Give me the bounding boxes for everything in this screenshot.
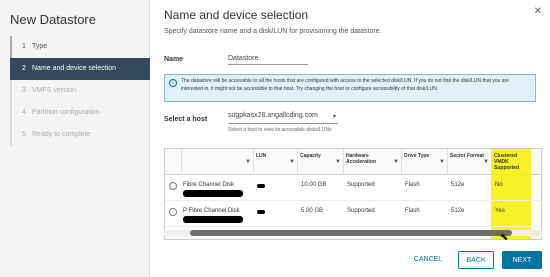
sector-format-value: 512e bbox=[451, 208, 465, 214]
close-icon[interactable]: ✕ bbox=[534, 6, 542, 17]
wizard-content: Name and device selection ✕ Specify data… bbox=[150, 0, 550, 277]
filter-icon[interactable]: ▼ bbox=[483, 159, 489, 165]
step-vmfs-version: 3 VMFS version bbox=[10, 80, 150, 102]
name-label: Name bbox=[164, 56, 184, 63]
accel-value: Supported bbox=[347, 208, 375, 214]
capacity-value: 5.00 GB bbox=[301, 208, 324, 214]
header-lun: LUN ▼ bbox=[253, 149, 297, 175]
redaction-mark bbox=[183, 190, 243, 197]
filter-icon[interactable]: ▼ bbox=[439, 159, 445, 165]
new-datastore-dialog: New Datastore 1 Type 2 Name and device sel… bbox=[0, 0, 550, 277]
header-sector-format: Sector Format ▼ bbox=[447, 149, 491, 175]
clustered-value: Yes bbox=[495, 208, 505, 214]
disk-name: Fibre Channel Disk bbox=[183, 182, 235, 188]
filter-icon[interactable]: ▼ bbox=[289, 159, 295, 165]
row-radio[interactable] bbox=[169, 182, 177, 190]
redaction-mark bbox=[257, 210, 265, 214]
header-hardware-acceleration: Hardware Acceleration ▼ bbox=[343, 149, 401, 175]
filter-icon[interactable]: ▼ bbox=[393, 159, 399, 165]
header-capacity: Capacity ▼ bbox=[297, 149, 343, 175]
redaction-mark bbox=[183, 216, 243, 223]
capacity-value: 10.00 GB bbox=[301, 182, 327, 188]
mouse-cursor-icon: ⬉ bbox=[500, 232, 509, 243]
accel-value: Supported bbox=[347, 182, 375, 188]
row-radio[interactable] bbox=[169, 208, 177, 216]
info-icon: i bbox=[169, 79, 177, 87]
drive-type-value: Flash bbox=[405, 208, 420, 214]
wizard-sidebar: New Datastore 1 Type 2 Name and device sel… bbox=[0, 0, 150, 277]
back-button[interactable]: BACK bbox=[458, 251, 494, 269]
redaction-mark bbox=[257, 184, 265, 188]
cancel-button[interactable]: CANCEL bbox=[408, 251, 448, 269]
table-header: ▼ LUN ▼ Capacity ▼ Hardware Acceleration… bbox=[165, 149, 541, 239]
host-label: Select a host bbox=[164, 116, 208, 123]
header-name: ▼ bbox=[181, 149, 253, 175]
info-text: The datastore will be accessible to all … bbox=[181, 78, 509, 92]
datastore-name-input[interactable] bbox=[228, 53, 308, 65]
horizontal-scrollbar[interactable] bbox=[164, 230, 542, 236]
info-banner: i The datastore will be accessible to al… bbox=[164, 74, 536, 102]
scroll-thumb[interactable] bbox=[190, 230, 512, 236]
step-partition-configuration: 4 Partition configuration bbox=[10, 102, 150, 124]
disk-name: P Fibre Channel Disk bbox=[183, 208, 240, 214]
step-name-and-device[interactable]: 2 Name and device selection bbox=[10, 58, 150, 80]
page-title: Name and device selection bbox=[164, 8, 309, 22]
header-drive-type: Drive Type ▼ bbox=[401, 149, 447, 175]
table-row[interactable]: Fibre Channel Disk 10.00 GB Supported Fl… bbox=[165, 175, 541, 201]
step-type[interactable]: 1 Type bbox=[10, 36, 150, 58]
page-subtitle: Specify datastore name and a disk/LUN fo… bbox=[164, 28, 382, 35]
filter-icon[interactable]: ▼ bbox=[245, 159, 251, 165]
host-select[interactable]: sogpkasx28.angallcding.com ▾ bbox=[228, 112, 338, 124]
filter-icon[interactable]: ▼ bbox=[335, 159, 341, 165]
disk-lun-table: ▼ LUN ▼ Capacity ▼ Hardware Acceleration… bbox=[164, 148, 542, 240]
next-button[interactable]: NEXT bbox=[502, 251, 542, 269]
table-row[interactable]: P Fibre Channel Disk 5.00 GB Supported F… bbox=[165, 201, 541, 227]
drive-type-value: Flash bbox=[405, 182, 420, 188]
host-select-value: sogpkasx28.angallcding.com bbox=[228, 112, 318, 119]
wizard-title: New Datastore bbox=[10, 12, 96, 27]
sector-format-value: 512e bbox=[451, 182, 465, 188]
chevron-down-icon: ▾ bbox=[332, 114, 336, 120]
host-hint: Select a host to view its accessible dis… bbox=[228, 127, 332, 133]
header-select bbox=[165, 149, 181, 175]
clustered-value: No bbox=[495, 182, 503, 188]
wizard-steps: 1 Type 2 Name and device selection 3 VMFS v… bbox=[10, 36, 150, 146]
step-ready-to-complete: 5 Ready to complete bbox=[10, 124, 150, 146]
header-clustered-vmdk: Clustered VMDK Supported bbox=[491, 149, 531, 175]
